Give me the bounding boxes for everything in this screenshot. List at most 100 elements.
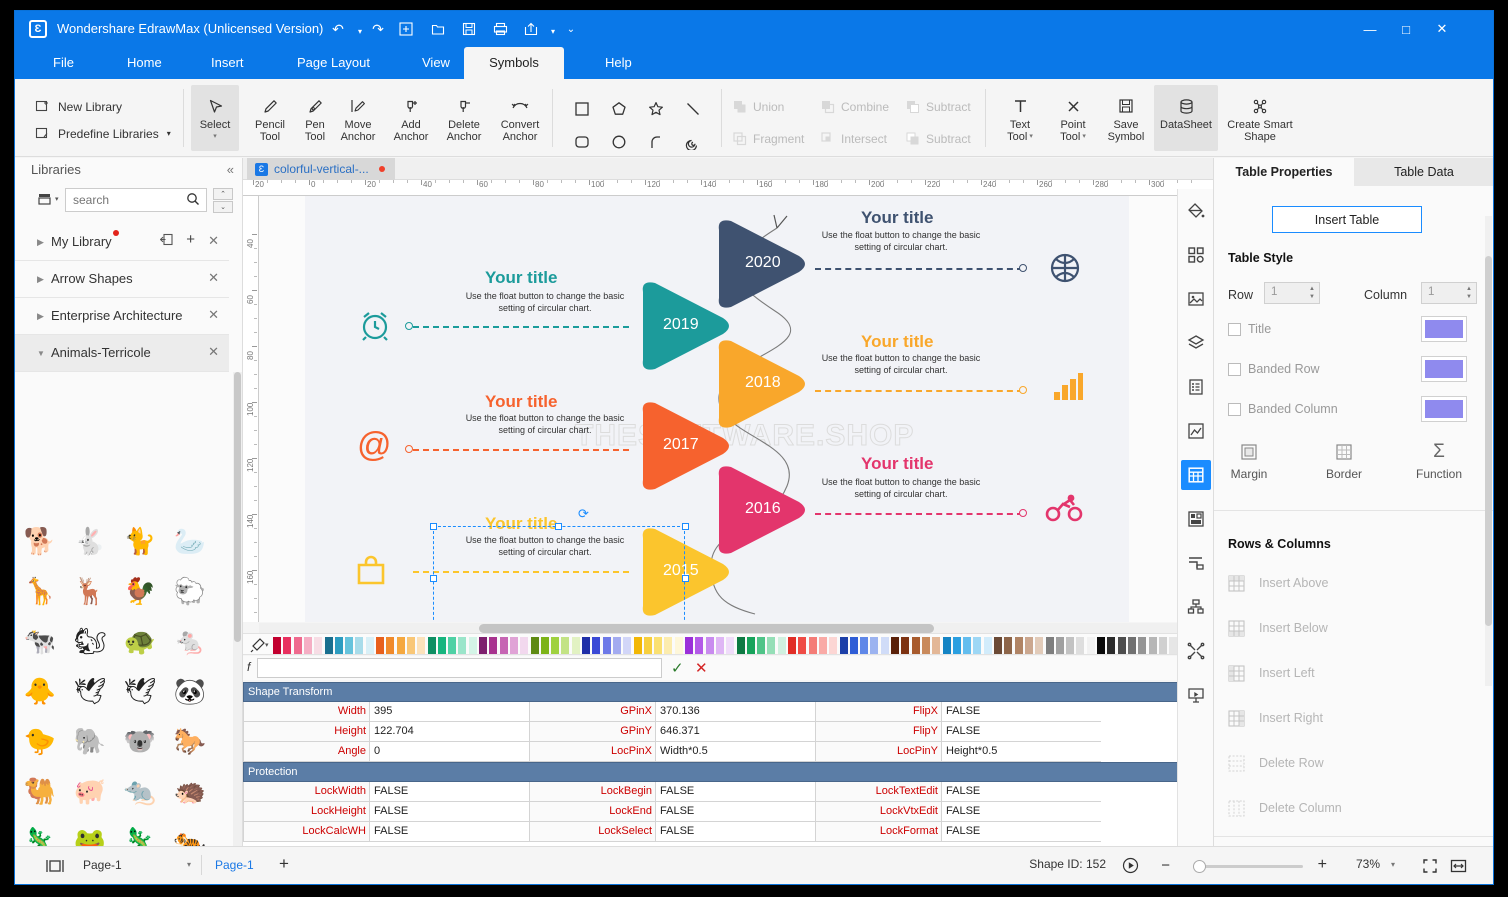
- datasheet-cell[interactable]: LockTextEditFALSE: [815, 782, 1101, 802]
- palette-swatch[interactable]: [634, 637, 642, 654]
- fill-icon[interactable]: [1181, 196, 1211, 226]
- palette-swatch[interactable]: [314, 637, 322, 654]
- row-stepper-up-icon[interactable]: ▲: [1309, 286, 1315, 292]
- palette-swatch[interactable]: [551, 637, 559, 654]
- rounded-rect-shape-button[interactable]: [569, 129, 595, 155]
- palette-swatch-strip[interactable]: [273, 634, 1213, 656]
- arc-shape-button[interactable]: [643, 129, 669, 155]
- layers-icon[interactable]: [1181, 328, 1211, 358]
- datasheet-panel[interactable]: Shape TransformWidth395GPinX370.136FlipX…: [243, 682, 1213, 846]
- tab-page-layout[interactable]: Page Layout: [281, 47, 386, 79]
- datasheet-cell-value[interactable]: 395: [369, 702, 529, 721]
- palette-swatch[interactable]: [469, 637, 477, 654]
- datasheet-cell-value[interactable]: FALSE: [655, 802, 815, 821]
- library-shape-item[interactable]: 🐫: [15, 766, 65, 816]
- library-scrollbar[interactable]: [233, 372, 242, 846]
- datasheet-cell[interactable]: Width395: [243, 702, 529, 722]
- add-page-button[interactable]: +: [279, 854, 289, 874]
- table-row[interactable]: Angle0LocPinXWidth*0.5LocPinYHeight*0.5: [243, 742, 1202, 762]
- zoom-slider-track[interactable]: [1193, 865, 1303, 868]
- palette-swatch[interactable]: [448, 637, 456, 654]
- presentation-icon[interactable]: [1181, 680, 1211, 710]
- canvas-area[interactable]: THESOFTWARE.SHOP 2020 Your title Use the…: [259, 196, 1213, 622]
- table-row[interactable]: LockCalcWHFALSELockSelectFALSELockFormat…: [243, 822, 1202, 842]
- collapse-left-panel-icon[interactable]: «: [227, 162, 234, 177]
- palette-swatch[interactable]: [510, 637, 518, 654]
- datasheet-cell-value[interactable]: FALSE: [369, 802, 529, 821]
- border-button[interactable]: Border: [1314, 442, 1374, 481]
- palette-swatch[interactable]: [644, 637, 652, 654]
- rotate-handle[interactable]: ⟳: [578, 506, 589, 522]
- palette-swatch[interactable]: [953, 637, 961, 654]
- palette-swatch[interactable]: [747, 637, 755, 654]
- close-window-button[interactable]: ✕: [1425, 19, 1459, 39]
- new-library-button[interactable]: New Library: [35, 99, 122, 114]
- library-shape-item[interactable]: 🐢: [115, 616, 165, 666]
- export-button[interactable]: [520, 18, 542, 40]
- datasheet-cell-value[interactable]: FALSE: [655, 782, 815, 801]
- tab-table-properties[interactable]: Table Properties: [1214, 158, 1354, 186]
- document-page[interactable]: THESOFTWARE.SHOP 2020 Your title Use the…: [305, 196, 1129, 622]
- library-shape-item[interactable]: 🐁: [165, 616, 215, 666]
- datasheet-cell-value[interactable]: FALSE: [941, 702, 1101, 721]
- add-anchor-button[interactable]: Add Anchor: [386, 85, 436, 151]
- library-shape-item[interactable]: 🐿: [65, 616, 115, 666]
- callout-icon[interactable]: [1181, 548, 1211, 578]
- library-shape-item[interactable]: 🐨: [115, 716, 165, 766]
- resize-handle-middle-left[interactable]: [430, 575, 437, 582]
- function-button[interactable]: Σ Function: [1409, 442, 1469, 481]
- right-panel-scrollbar[interactable]: [1485, 216, 1492, 686]
- palette-swatch[interactable]: [695, 637, 703, 654]
- select-tool-button[interactable]: Select ▾: [191, 85, 239, 151]
- palette-swatch[interactable]: [850, 637, 858, 654]
- insert-above-button[interactable]: Insert Above: [1228, 570, 1329, 596]
- formula-input[interactable]: [258, 659, 661, 677]
- library-shape-item[interactable]: 🦒: [15, 566, 65, 616]
- palette-swatch[interactable]: [428, 637, 436, 654]
- page-select-value[interactable]: Page-1: [83, 858, 122, 872]
- delete-row-button[interactable]: Delete Row: [1228, 750, 1324, 776]
- palette-swatch[interactable]: [973, 637, 981, 654]
- tab-help[interactable]: Help: [589, 47, 648, 79]
- tab-table-data[interactable]: Table Data: [1354, 158, 1494, 186]
- eyedropper-icon[interactable]: [249, 637, 266, 657]
- palette-caret-icon[interactable]: ▾: [265, 641, 269, 649]
- palette-swatch[interactable]: [366, 637, 374, 654]
- banded-row-color-button[interactable]: [1421, 356, 1467, 382]
- palette-swatch[interactable]: [819, 637, 827, 654]
- palette-swatch[interactable]: [664, 637, 672, 654]
- palette-swatch[interactable]: [922, 637, 930, 654]
- import-library-icon[interactable]: [160, 233, 173, 249]
- palette-swatch[interactable]: [870, 637, 878, 654]
- datasheet-cell-value[interactable]: FALSE: [941, 782, 1101, 801]
- palette-swatch[interactable]: [716, 637, 724, 654]
- library-shape-item[interactable]: 🐀: [115, 766, 165, 816]
- circle-shape-button[interactable]: [606, 129, 632, 155]
- chart-icon[interactable]: [1181, 416, 1211, 446]
- delete-column-button[interactable]: Delete Column: [1228, 795, 1342, 821]
- palette-swatch[interactable]: [1076, 637, 1084, 654]
- palette-swatch[interactable]: [531, 637, 539, 654]
- datasheet-cell[interactable]: LocPinXWidth*0.5: [529, 742, 815, 762]
- datasheet-cell[interactable]: Height122.704: [243, 722, 529, 742]
- formula-input-wrap[interactable]: [257, 658, 662, 678]
- palette-swatch[interactable]: [603, 637, 611, 654]
- notes-icon[interactable]: [1181, 372, 1211, 402]
- palette-swatch[interactable]: [798, 637, 806, 654]
- insert-below-button[interactable]: Insert Below: [1228, 615, 1328, 641]
- datasheet-cell[interactable]: LockEndFALSE: [529, 802, 815, 822]
- print-button[interactable]: [489, 18, 511, 40]
- palette-swatch[interactable]: [1149, 637, 1157, 654]
- search-input[interactable]: [66, 189, 176, 211]
- tab-file[interactable]: File: [37, 47, 90, 79]
- palette-swatch[interactable]: [273, 637, 281, 654]
- palette-swatch[interactable]: [984, 637, 992, 654]
- palette-swatch[interactable]: [932, 637, 940, 654]
- palette-swatch[interactable]: [345, 637, 353, 654]
- scroll-down-icon[interactable]: ⌄: [213, 201, 233, 213]
- column-stepper-up-icon[interactable]: ▲: [1466, 286, 1472, 292]
- palette-swatch[interactable]: [1159, 637, 1167, 654]
- datasheet-cell-value[interactable]: FALSE: [369, 822, 529, 841]
- star-shape-button[interactable]: [643, 96, 669, 122]
- library-shape-item[interactable]: 🐑: [165, 566, 215, 616]
